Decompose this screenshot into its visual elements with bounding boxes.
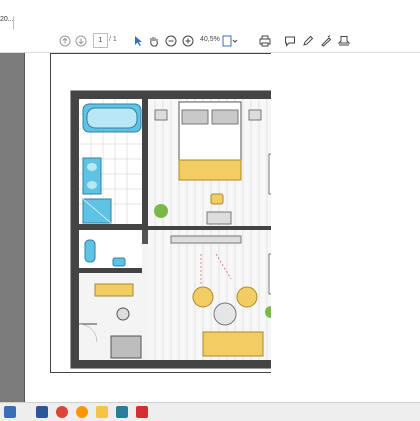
pillow-left	[181, 109, 209, 125]
hall-shelf	[94, 283, 134, 297]
page-current: 1	[98, 37, 103, 44]
highlighter-icon	[321, 35, 332, 47]
explorer-icon[interactable]	[96, 406, 108, 418]
desk	[206, 211, 232, 225]
zoom-in-icon	[182, 35, 194, 47]
pdf-page	[50, 53, 294, 373]
page-total: / 1	[109, 36, 117, 43]
arrow-down-icon	[75, 35, 87, 47]
browser-tab-strip: 20...	[0, 0, 420, 30]
pillow-right	[211, 109, 239, 125]
toilet	[84, 239, 96, 263]
bed-throw	[178, 159, 242, 181]
sofa	[202, 331, 264, 357]
zoom-level[interactable]: 40,5%	[200, 33, 220, 47]
tab-divider	[13, 17, 14, 29]
word-icon[interactable]	[36, 406, 48, 418]
cursor-icon	[135, 36, 142, 46]
hand-tool-button[interactable]	[148, 34, 160, 48]
pen-button[interactable]	[302, 34, 314, 48]
hand-icon	[150, 37, 158, 47]
dining-table	[213, 302, 237, 326]
bath-bedroom-wall	[142, 99, 148, 230]
print-icon	[259, 35, 271, 47]
right-pane	[271, 53, 420, 402]
zoom-out-icon	[165, 35, 177, 47]
previous-page-button[interactable]	[58, 34, 72, 48]
wardrobe	[110, 335, 142, 359]
pen-icon	[303, 35, 314, 46]
browser-tab-label: 20...	[0, 16, 14, 23]
kitchen-counter	[170, 235, 242, 244]
desk-chair	[210, 193, 224, 205]
stamp-icon	[337, 36, 351, 46]
firefox-icon[interactable]	[76, 406, 88, 418]
bedroom-living-wall	[148, 226, 275, 230]
comment-icon	[285, 36, 295, 47]
zoom-out-button[interactable]	[165, 34, 177, 48]
comment-button[interactable]	[284, 34, 296, 48]
zoom-in-button[interactable]	[182, 34, 194, 48]
left-wall	[71, 91, 79, 368]
print-button[interactable]	[258, 34, 272, 48]
nightstand-left	[154, 109, 168, 121]
chair-right	[236, 286, 258, 308]
next-page-button[interactable]	[74, 34, 88, 48]
fit-page-icon	[222, 35, 238, 47]
page-number-input[interactable]: 1	[93, 33, 108, 48]
floor-plan-drawing	[70, 90, 284, 369]
browser-tab[interactable]: 20...	[0, 16, 14, 30]
taskbar	[0, 402, 420, 421]
select-tool-button[interactable]	[132, 34, 144, 48]
pdf-sheet	[24, 53, 294, 402]
wc-hall-wall	[79, 268, 142, 273]
chair-left	[192, 286, 214, 308]
pdf-toolbar: 1 / 1 40,5%	[0, 30, 420, 53]
bottom-wall	[71, 360, 283, 368]
start-icon[interactable]	[4, 406, 16, 418]
nightstand-right	[248, 109, 262, 121]
stamp-button[interactable]	[337, 34, 351, 48]
highlighter-button[interactable]	[320, 34, 332, 48]
bath-wc-wall	[79, 224, 142, 230]
plant-bedroom	[154, 204, 168, 218]
acrobat-icon[interactable]	[136, 406, 148, 418]
top-wall	[71, 91, 283, 99]
chrome-icon[interactable]	[56, 406, 68, 418]
wc-sink	[112, 257, 126, 267]
arrow-up-icon	[59, 35, 71, 47]
bicycle-wheel	[116, 307, 130, 321]
fit-page-button[interactable]	[222, 34, 238, 48]
store-icon[interactable]	[116, 406, 128, 418]
